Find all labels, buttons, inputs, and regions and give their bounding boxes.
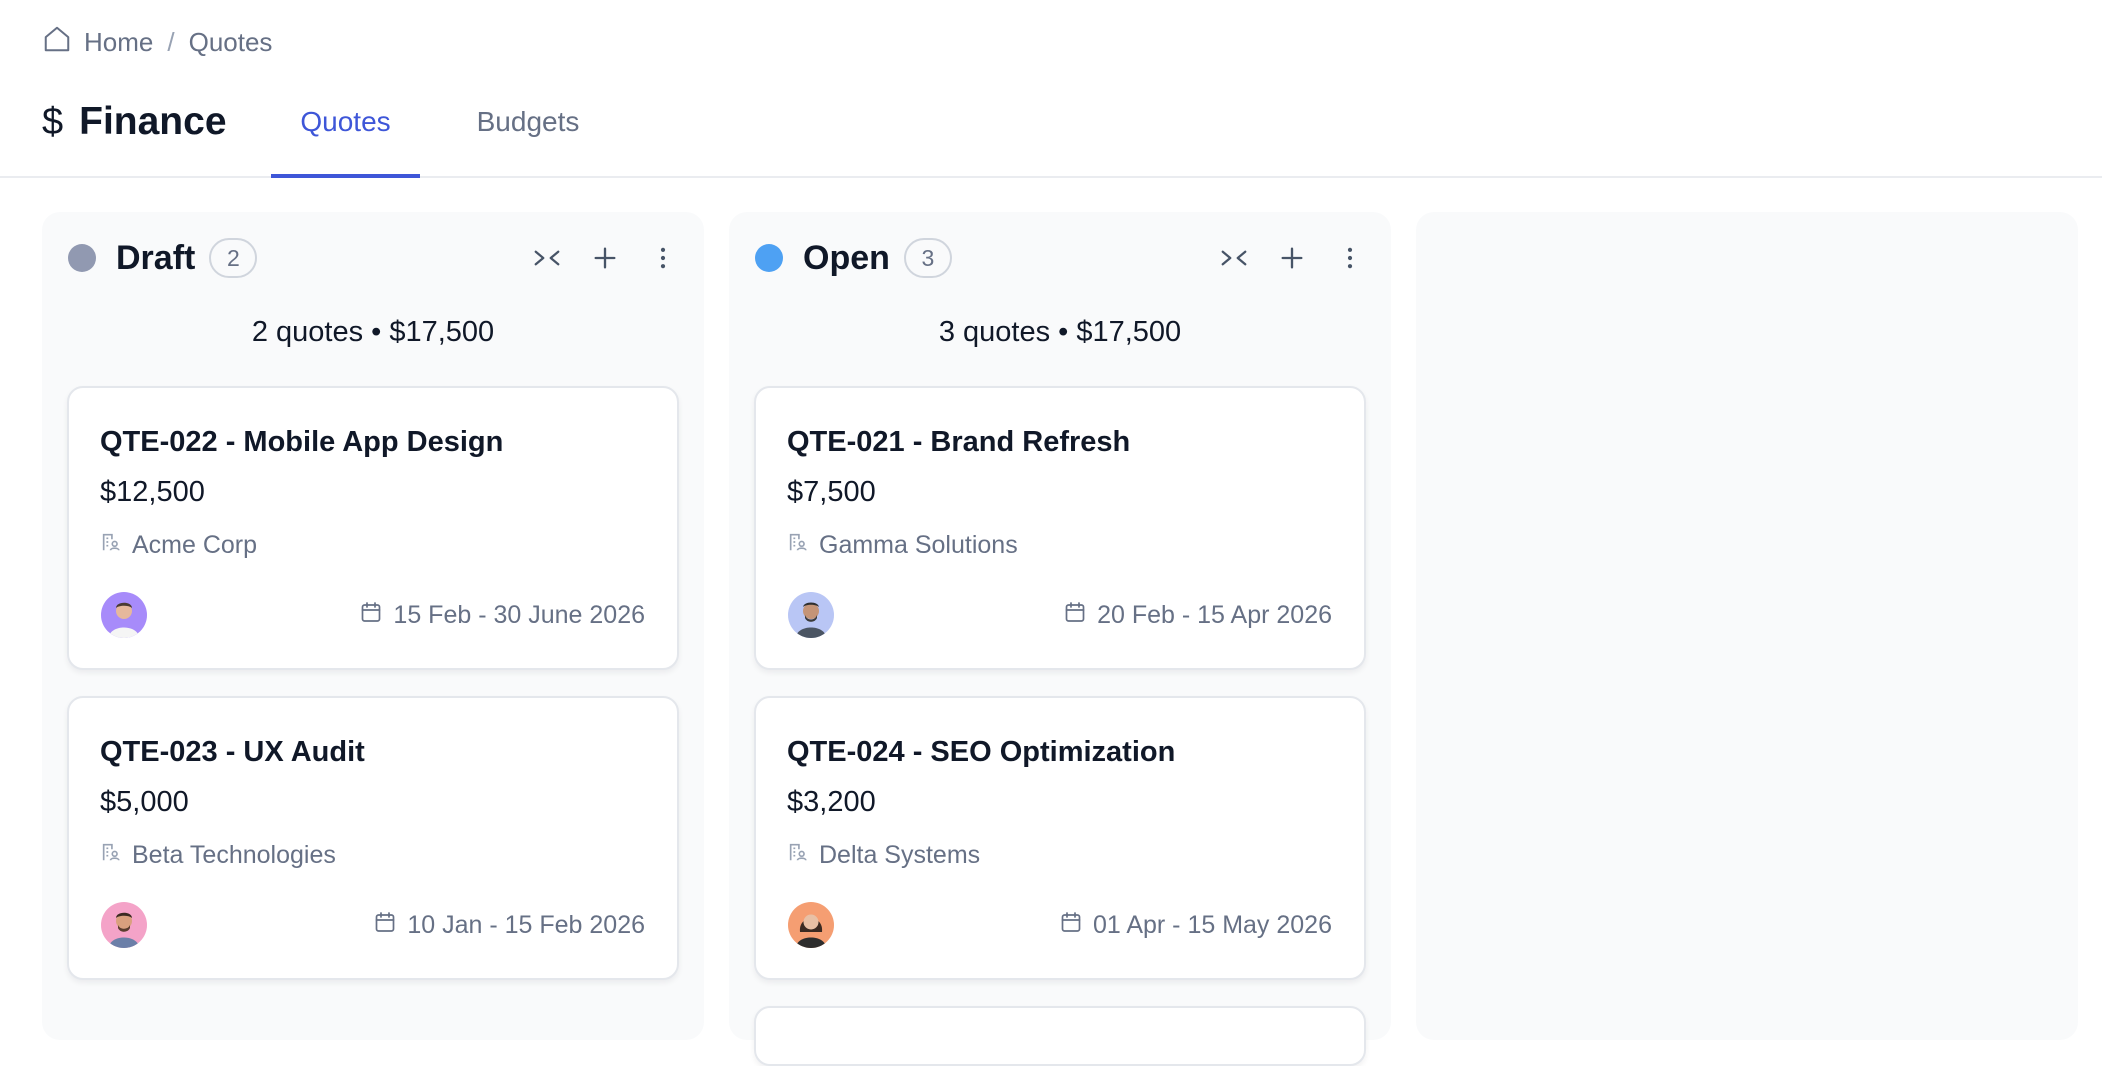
column-summary: 2 quotes • $17,500 (251, 316, 495, 348)
page-header: $ Finance Quotes Budgets (0, 86, 2102, 178)
tab-quotes[interactable]: Quotes (271, 86, 420, 178)
avatar (101, 592, 147, 638)
card-title: QTE-021 - Brand Refresh (787, 426, 1131, 458)
home-icon (42, 24, 72, 61)
card-client: Acme Corp (100, 530, 257, 560)
more-vertical-icon[interactable] (646, 241, 680, 275)
column-actions (1217, 241, 1367, 275)
card-client: Beta Technologies (100, 840, 336, 870)
card-amount: $12,500 (100, 476, 205, 508)
quote-card[interactable]: QTE-022 - Mobile App Design $12,500 Acme… (67, 386, 679, 670)
count-badge: 3 (903, 238, 952, 278)
calendar-icon (1059, 910, 1083, 941)
quote-card[interactable]: QTE-023 - UX Audit $5,000 Beta Technolog… (67, 696, 679, 980)
card-client: Delta Systems (787, 840, 980, 870)
column-title: Open (803, 238, 890, 277)
plus-icon[interactable] (1275, 241, 1309, 275)
status-dot-icon (755, 244, 783, 272)
card-date-range: 10 Jan - 15 Feb 2026 (407, 910, 645, 939)
quote-card[interactable]: QTE-021 - Brand Refresh $7,500 Gamma Sol… (754, 386, 1366, 670)
page-title-text: Finance (79, 100, 227, 143)
building-user-icon (787, 841, 809, 870)
card-client-name: Delta Systems (819, 840, 981, 869)
calendar-icon (359, 600, 383, 631)
card-amount: $3,200 (787, 786, 876, 818)
column-title: Draft (116, 238, 196, 277)
column-header: Draft 2 (68, 236, 680, 280)
card-dates: 15 Feb - 30 June 2026 (359, 598, 645, 632)
card-dates: 20 Feb - 15 Apr 2026 (1063, 598, 1332, 632)
avatar (101, 902, 147, 948)
collapse-icon[interactable] (530, 241, 564, 275)
quote-card[interactable] (754, 1006, 1366, 1066)
card-dates: 10 Jan - 15 Feb 2026 (373, 908, 645, 942)
breadcrumb-separator: / (167, 26, 175, 57)
status-dot-icon (68, 244, 96, 272)
card-title: QTE-023 - UX Audit (100, 736, 365, 768)
card-date-range: 01 Apr - 15 May 2026 (1092, 910, 1332, 939)
column-summary: 3 quotes • $17,500 (938, 316, 1182, 348)
card-client-name: Beta Technologies (132, 840, 336, 869)
building-user-icon (100, 841, 122, 870)
column-actions (530, 241, 680, 275)
card-date-range: 15 Feb - 30 June 2026 (393, 600, 645, 629)
card-title: QTE-024 - SEO Optimization (787, 736, 1176, 768)
column-draft: Draft 2 2 quotes • $17,500 QTE-022 - Mob… (42, 212, 704, 1040)
column-empty (1416, 212, 2078, 1040)
collapse-icon[interactable] (1217, 241, 1251, 275)
building-user-icon (787, 531, 809, 560)
card-client: Gamma Solutions (787, 530, 1018, 560)
tab-budgets[interactable]: Budgets (448, 86, 608, 178)
card-client-name: Acme Corp (132, 530, 258, 559)
more-vertical-icon[interactable] (1333, 241, 1367, 275)
card-title: QTE-022 - Mobile App Design (100, 426, 504, 458)
dollar-icon: $ (42, 100, 64, 143)
column-header: Open 3 (755, 236, 1367, 280)
breadcrumb-home-link[interactable]: Home (42, 24, 153, 61)
calendar-icon (1063, 600, 1087, 631)
card-amount: $5,000 (100, 786, 189, 818)
avatar (788, 592, 834, 638)
calendar-icon (373, 910, 397, 941)
building-user-icon (100, 531, 122, 560)
card-client-name: Gamma Solutions (819, 530, 1018, 559)
card-dates: 01 Apr - 15 May 2026 (1059, 908, 1332, 942)
page-title: $ Finance (42, 96, 227, 148)
column-open: Open 3 3 quotes • $17,500 QTE-021 - Bran… (729, 212, 1391, 1066)
avatar (788, 902, 834, 948)
breadcrumb: Home / Quotes (42, 24, 272, 60)
count-badge: 2 (209, 238, 258, 278)
breadcrumb-home-label: Home (84, 26, 154, 57)
breadcrumb-current: Quotes (188, 26, 273, 57)
plus-icon[interactable] (588, 241, 622, 275)
quote-card[interactable]: QTE-024 - SEO Optimization $3,200 Delta … (754, 696, 1366, 980)
card-amount: $7,500 (787, 476, 876, 508)
kanban-board: Draft 2 2 quotes • $17,500 QTE-022 - Mob… (0, 212, 2102, 1066)
card-date-range: 20 Feb - 15 Apr 2026 (1097, 600, 1332, 629)
